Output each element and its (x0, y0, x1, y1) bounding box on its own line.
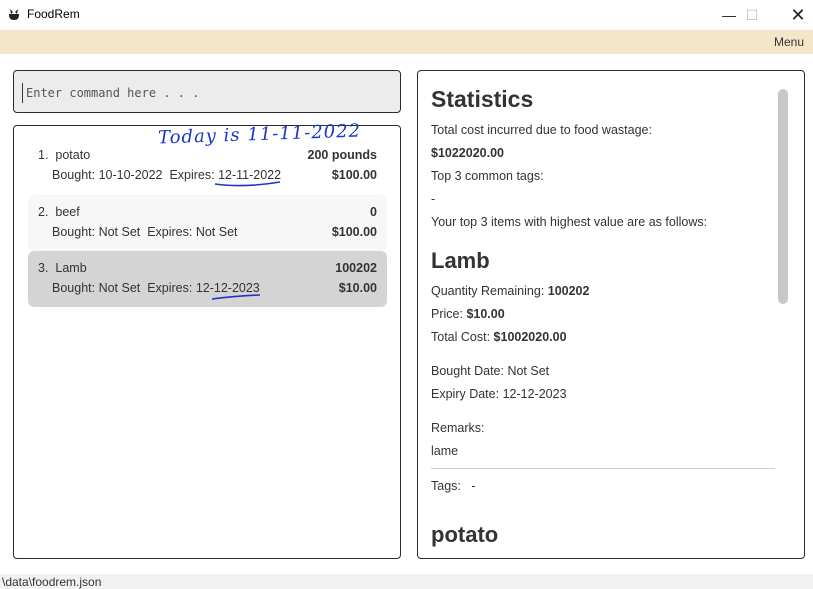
item-price: $100.00 (331, 225, 377, 239)
expiry-date: Expiry Date: 12-12-2023 (431, 387, 567, 401)
maximize-icon: ☐ (745, 6, 759, 23)
item-name: 2. beef (38, 205, 80, 219)
title-bar: FoodRem — ☐ ✕ (0, 0, 813, 30)
wastage-value: $1022020.00 (431, 146, 504, 160)
item-dates: Bought: 10-10-2022 Expires: 12-11-2022 (52, 168, 282, 182)
item-dates: Bought: Not Set Expires: Not Set (52, 225, 238, 239)
menu-button[interactable]: Menu (774, 35, 804, 49)
top-item-name: Lamb (431, 248, 490, 273)
item-dates: Bought: Not Set Expires: 12-12-2023 (52, 281, 260, 295)
list-item-selected[interactable]: 3. Lamb 100202 Bought: Not Set Expires: … (28, 251, 387, 307)
item-quantity: 200 pounds (307, 148, 377, 162)
item-price: $10.00 (338, 281, 377, 295)
item-name: 3. Lamb (38, 261, 87, 275)
app-logo-icon (9, 9, 19, 20)
common-tags-label: Top 3 common tags: (431, 169, 544, 183)
total-cost: Total Cost: $1002020.00 (431, 330, 567, 344)
list-item[interactable]: 2. beef 0 Bought: Not Set Expires: Not S… (28, 195, 387, 251)
quantity-remaining: Quantity Remaining: 100202 (431, 284, 590, 298)
maximize-button[interactable]: ☐ (729, 0, 775, 30)
item-quantity: 100202 (335, 261, 377, 275)
command-box (13, 70, 401, 113)
remarks-label: Remarks: (431, 421, 485, 435)
window-title: FoodRem (27, 7, 80, 21)
common-tags-value: - (431, 192, 436, 206)
item-price-detail: Price: $10.00 (431, 307, 505, 321)
item-quantity: 0 (370, 205, 377, 219)
item-price: $100.00 (331, 168, 377, 182)
close-button[interactable]: ✕ (775, 0, 813, 30)
statistics-heading: Statistics (431, 86, 534, 112)
item-name: 1. potato (38, 148, 91, 162)
item-list-panel[interactable]: 1. potato 200 pounds Bought: 10-10-2022 … (13, 125, 401, 559)
close-icon: ✕ (790, 4, 806, 25)
remarks-value: lame (431, 444, 459, 458)
status-bar: \data\foodrem.json (0, 574, 813, 589)
storage-path: \data\foodrem.json (2, 575, 102, 589)
item-tags: Tags: - (431, 479, 476, 493)
statistics-scrollbar[interactable] (778, 89, 788, 304)
bought-date: Bought Date: Not Set (431, 364, 550, 378)
command-input[interactable] (22, 83, 382, 103)
top-item-name: potato (431, 522, 499, 547)
top-items-label: Your top 3 items with highest value are … (431, 215, 708, 229)
divider (431, 468, 775, 469)
menu-bar: Menu (0, 30, 813, 54)
statistics-panel[interactable]: Statistics Total cost incurred due to fo… (417, 70, 805, 559)
wastage-label: Total cost incurred due to food wastage: (431, 123, 652, 137)
